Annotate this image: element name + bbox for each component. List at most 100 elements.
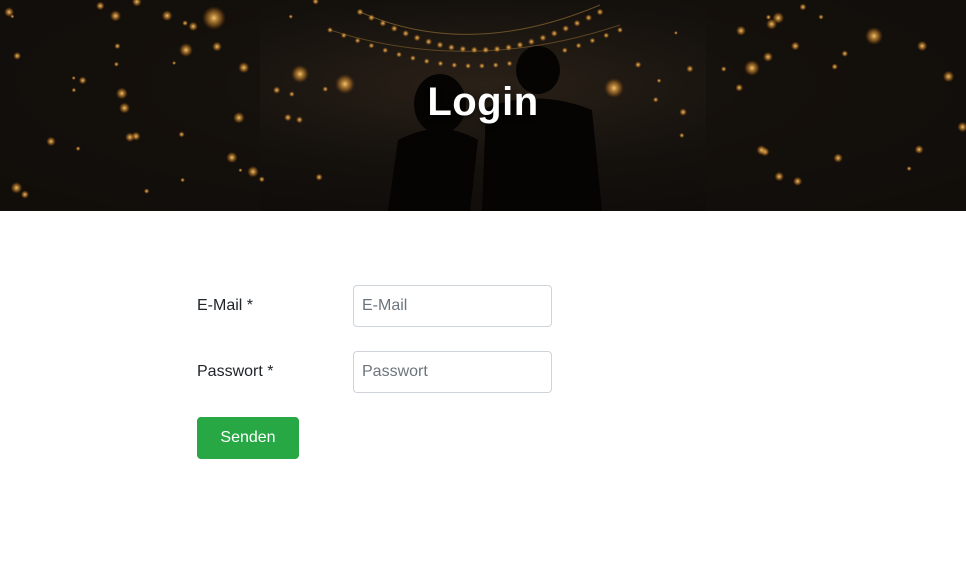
bokeh-light — [539, 34, 547, 42]
bokeh-light — [367, 14, 375, 22]
bokeh-light — [451, 62, 458, 69]
password-row: Passwort * — [197, 351, 557, 393]
bokeh-light — [437, 60, 444, 67]
bokeh-light — [288, 14, 294, 19]
bokeh-light — [212, 41, 222, 52]
bokeh-light — [124, 132, 135, 143]
bokeh-light — [425, 38, 433, 46]
password-input[interactable] — [353, 351, 552, 393]
bokeh-light — [258, 176, 265, 183]
bokeh-light — [561, 47, 568, 54]
bokeh-light — [413, 34, 421, 42]
submit-button[interactable]: Senden — [197, 417, 299, 459]
bokeh-light — [188, 21, 198, 32]
bokeh-light — [914, 144, 924, 155]
password-label: Passwort * — [197, 363, 274, 380]
bokeh-light — [585, 14, 593, 22]
bokeh-light — [493, 45, 501, 53]
bokeh-light — [465, 62, 472, 69]
bokeh-light — [172, 60, 177, 66]
bokeh-light — [114, 42, 121, 50]
bokeh-light — [679, 132, 685, 139]
bokeh-light — [354, 37, 361, 44]
bokeh-light — [447, 43, 455, 51]
bokeh-light — [550, 29, 558, 37]
bokeh-light — [841, 50, 849, 57]
hero-banner: Login — [0, 0, 966, 211]
bokeh-light — [906, 166, 912, 172]
bokeh-light — [368, 42, 375, 49]
bokeh-light — [315, 173, 323, 181]
bokeh-light — [470, 46, 478, 54]
page-title: Login — [427, 80, 539, 124]
bokeh-light — [161, 10, 173, 22]
bokeh-light — [382, 47, 389, 54]
bokeh-light — [247, 165, 259, 178]
bokeh-light — [527, 38, 535, 46]
bokeh-light — [865, 27, 883, 45]
bokeh-light — [143, 188, 150, 194]
bokeh-light — [575, 42, 582, 49]
bokeh-light — [506, 60, 513, 67]
bokeh-light — [13, 51, 22, 60]
email-input[interactable] — [353, 285, 552, 327]
bokeh-light — [379, 19, 387, 27]
bokeh-light — [178, 131, 185, 138]
bokeh-light — [180, 177, 186, 183]
bokeh-light — [617, 27, 623, 33]
bokeh-light — [113, 61, 119, 67]
bokeh-light — [402, 29, 410, 37]
bokeh-light — [765, 14, 772, 20]
bokeh-light — [516, 41, 524, 49]
bokeh-light — [226, 151, 238, 164]
bokeh-light — [238, 168, 243, 173]
bokeh-light — [492, 62, 499, 69]
bokeh-light — [46, 136, 56, 147]
bokeh-light — [818, 14, 824, 20]
bokeh-light — [95, 1, 105, 11]
bokeh-light — [596, 8, 604, 16]
bokeh-light — [459, 45, 467, 53]
bokeh-light — [589, 37, 596, 44]
bokeh-light — [720, 66, 727, 72]
bokeh-light — [673, 30, 678, 35]
email-label: E-Mail * — [197, 297, 254, 314]
bokeh-light — [756, 145, 767, 156]
email-row: E-Mail * — [197, 285, 557, 327]
bokeh-light — [75, 146, 81, 152]
bokeh-light — [436, 41, 444, 49]
bokeh-light — [762, 51, 774, 63]
bokeh-light — [340, 32, 347, 39]
bokeh-light — [478, 62, 485, 69]
bokeh-light — [396, 51, 402, 58]
bokeh-light — [573, 19, 581, 27]
bokeh-light — [312, 0, 319, 5]
bokeh-light — [603, 32, 610, 39]
bokeh-light — [799, 3, 807, 11]
bokeh-light — [792, 176, 803, 186]
bokeh-light — [182, 20, 189, 27]
bokeh-light — [634, 61, 642, 69]
bokeh-light — [327, 27, 333, 33]
bokeh-light — [831, 63, 838, 70]
bokeh-light — [356, 8, 364, 16]
bokeh-light — [109, 10, 122, 22]
bokeh-light — [686, 65, 694, 73]
bokeh-light — [505, 43, 513, 51]
bokeh-light — [790, 41, 800, 51]
bokeh-light — [409, 55, 416, 62]
bokeh-light — [238, 61, 250, 74]
bokeh-light — [833, 153, 843, 163]
bokeh-light — [20, 190, 30, 199]
bokeh-light — [4, 7, 15, 18]
bokeh-light — [562, 25, 570, 32]
bokeh-light — [179, 43, 193, 57]
bokeh-light — [735, 25, 747, 36]
bokeh-light — [774, 171, 785, 182]
bokeh-light — [10, 181, 23, 194]
bokeh-light — [916, 40, 928, 52]
bokeh-light — [744, 60, 760, 76]
bokeh-light — [482, 46, 490, 54]
bokeh-light — [390, 25, 398, 32]
bokeh-light — [423, 58, 430, 65]
